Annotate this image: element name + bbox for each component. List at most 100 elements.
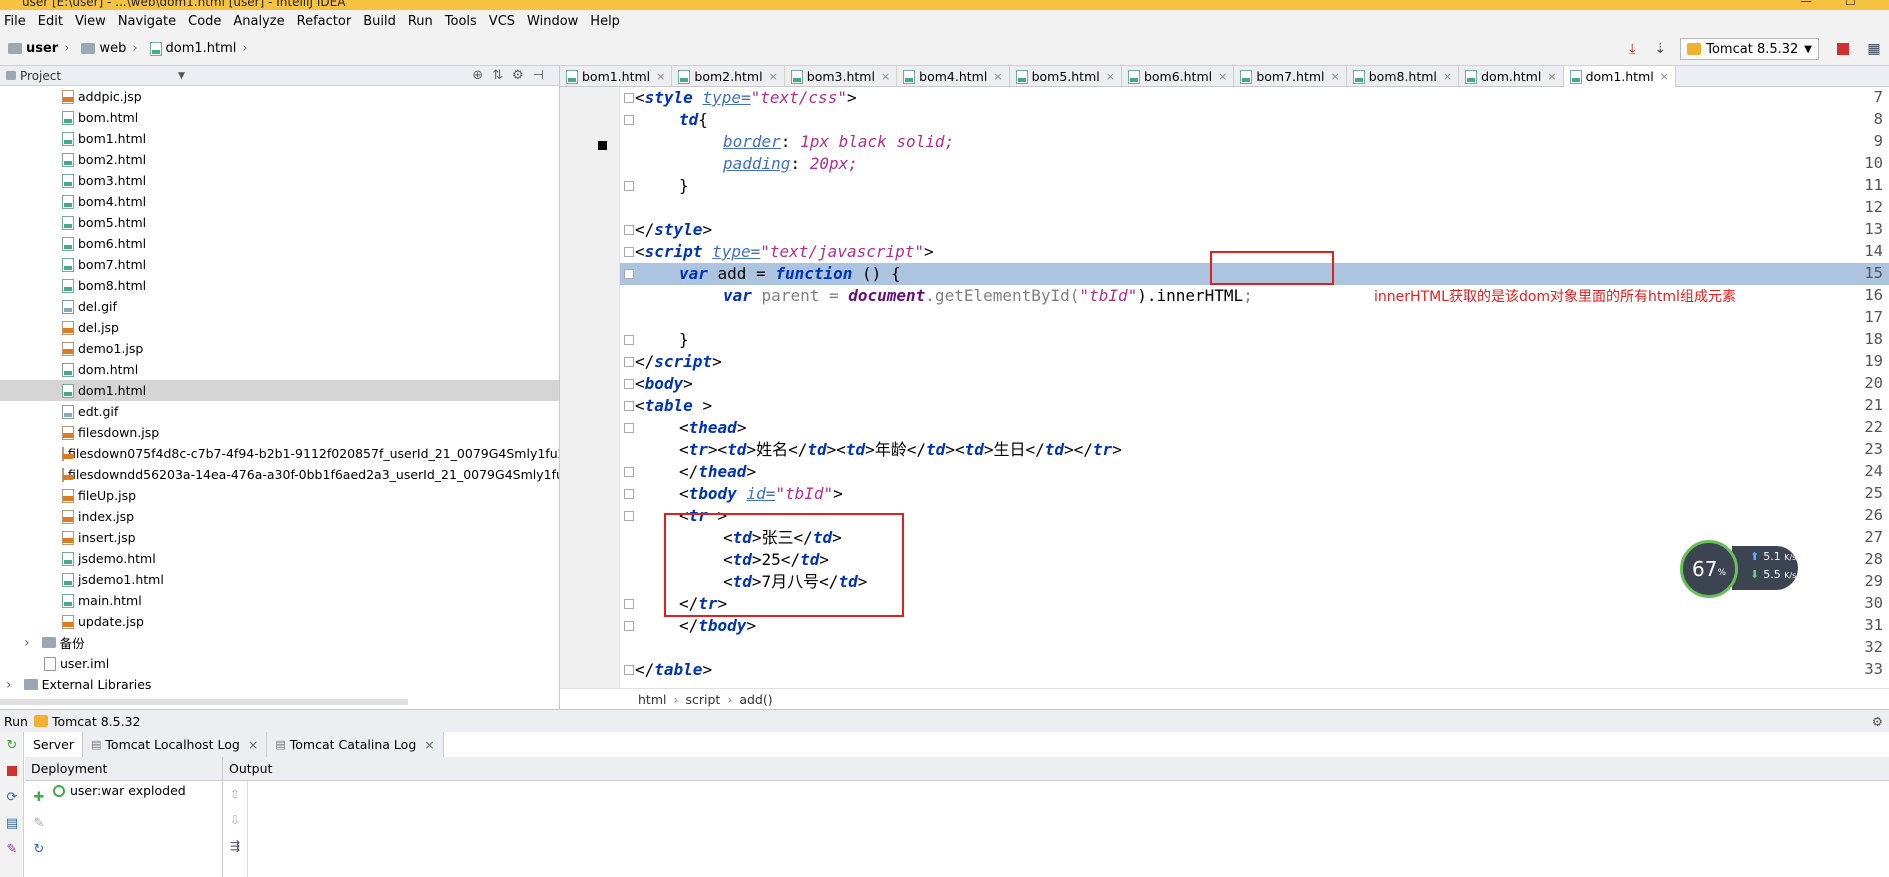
close-icon[interactable]: × (656, 70, 665, 83)
code-line[interactable]: </style> (635, 219, 712, 241)
editor-tab[interactable]: bom4.html × (897, 66, 1010, 87)
close-icon[interactable]: × (1331, 70, 1340, 83)
editor-tab[interactable]: bom7.html × (1234, 66, 1347, 87)
tree-item[interactable]: dom1.html (0, 380, 559, 401)
chevron-down-icon[interactable]: ▼ (178, 71, 185, 81)
tree-item[interactable]: bom5.html (0, 212, 559, 233)
tree-item[interactable]: jsdemo1.html (0, 569, 559, 590)
chevron-right-icon[interactable]: › (24, 635, 30, 651)
editor-tab[interactable]: dom.html × (1459, 66, 1564, 87)
code-line[interactable]: } (679, 175, 689, 197)
fold-marker-icon[interactable] (624, 423, 634, 433)
deployment-item[interactable]: user:war exploded (53, 783, 186, 798)
code-line[interactable]: } (679, 329, 689, 351)
tree-item[interactable]: filesdowndd56203a-14ea-476a-a30f-0bb1f6a… (0, 464, 559, 485)
tree-item[interactable]: filesdown075f4d8c-c7b7-4f94-b2b1-9112f02… (0, 443, 559, 464)
stop-icon[interactable] (0, 758, 24, 784)
fold-marker-icon[interactable] (624, 335, 634, 345)
fold-marker-icon[interactable] (624, 599, 634, 609)
project-tool-icons[interactable]: ⊕⇅⚙⊣ (472, 68, 553, 83)
tab-server[interactable]: Server (25, 732, 83, 757)
tab-localhost-log[interactable]: ▤ Tomcat Localhost Log × (83, 732, 268, 757)
code-line[interactable]: <style type="text/css"> (635, 87, 857, 109)
tree-item[interactable]: bom6.html (0, 233, 559, 254)
close-icon[interactable]: × (1660, 70, 1669, 83)
code-line[interactable]: var parent = document.getElementById("tb… (723, 285, 1253, 307)
wrap-icon[interactable]: ⇶ (223, 833, 247, 859)
stop-button[interactable] (1831, 37, 1855, 61)
tree-item[interactable]: index.jsp (0, 506, 559, 527)
tab-catalina-log[interactable]: ▤ Tomcat Catalina Log × (267, 732, 444, 757)
code-area[interactable]: 7 <style type="text/css"> 8 td{9 border: 1px… (560, 87, 1889, 688)
fold-marker-icon[interactable] (624, 665, 634, 675)
tree-external-libraries[interactable]: › External Libraries (0, 674, 559, 695)
code-line[interactable]: </table> (635, 659, 712, 681)
close-icon[interactable]: × (769, 70, 778, 83)
fold-marker-icon[interactable] (624, 401, 634, 411)
code-line[interactable]: <table > (635, 395, 712, 417)
tree-item[interactable]: edt.gif (0, 401, 559, 422)
tree-item[interactable]: addpic.jsp (0, 86, 559, 107)
tree-item-iml[interactable]: user.iml (0, 653, 559, 674)
download-arrow-icon[interactable]: ⤓ (1620, 37, 1644, 61)
close-icon[interactable]: × (1106, 70, 1115, 83)
tree-item[interactable]: bom2.html (0, 149, 559, 170)
code-line[interactable]: <tbody id="tbId"> (679, 483, 843, 505)
horizontal-scrollbar[interactable] (0, 699, 408, 705)
menu-help[interactable]: Help (590, 14, 620, 29)
code-crumb-html[interactable]: html (638, 692, 666, 707)
code-line[interactable]: padding: 20px; (723, 153, 858, 175)
menu-navigate[interactable]: Navigate (118, 14, 176, 29)
down-arrow-icon[interactable]: ⇩ (223, 807, 247, 833)
project-view-selector[interactable]: Project (20, 69, 61, 83)
close-icon[interactable]: × (248, 737, 258, 752)
breadcrumb-file[interactable]: dom1.html › (149, 41, 254, 56)
menu-build[interactable]: Build (363, 14, 396, 29)
deploy-refresh-icon[interactable]: ↻ (27, 837, 51, 861)
up-arrow-icon[interactable]: ⇧ (223, 781, 247, 807)
fold-marker-icon[interactable] (624, 379, 634, 389)
fold-marker-icon[interactable] (624, 467, 634, 477)
fold-marker-icon[interactable] (624, 511, 634, 521)
menu-code[interactable]: Code (188, 14, 221, 29)
tree-item[interactable]: del.jsp (0, 317, 559, 338)
deploy-remove-icon[interactable]: ✎ (27, 811, 51, 835)
tree-item[interactable]: demo1.jsp (0, 338, 559, 359)
tree-item[interactable]: bom4.html (0, 191, 559, 212)
tree-item[interactable]: del.gif (0, 296, 559, 317)
code-line[interactable]: var add = function () { (679, 263, 901, 285)
rerun-icon[interactable]: ↻ (0, 732, 24, 758)
minimize-icon[interactable]: — (1800, 0, 1812, 8)
layout-icon[interactable]: ▤ (0, 810, 24, 836)
close-icon[interactable]: × (1547, 70, 1556, 83)
code-line[interactable]: td{ (679, 109, 708, 131)
tree-item[interactable]: jsdemo.html (0, 548, 559, 569)
editor-tab[interactable]: bom3.html × (785, 66, 898, 87)
menu-edit[interactable]: Edit (38, 14, 63, 29)
code-line[interactable]: <thead> (679, 417, 746, 439)
fold-marker-icon[interactable] (624, 269, 634, 279)
code-line[interactable]: border: 1px black solid; (723, 131, 954, 153)
menu-view[interactable]: View (75, 14, 106, 29)
run-config-select[interactable]: Tomcat 8.5.32 ▼ (1680, 38, 1819, 60)
editor-tab[interactable]: bom1.html × (560, 66, 673, 87)
tree-item[interactable]: bom.html (0, 107, 559, 128)
fold-marker-icon[interactable] (624, 489, 634, 499)
chevron-right-icon[interactable]: › (6, 677, 12, 693)
fold-marker-icon[interactable] (624, 181, 634, 191)
tree-item[interactable]: insert.jsp (0, 527, 559, 548)
close-icon[interactable]: × (1218, 70, 1227, 83)
close-icon[interactable]: × (881, 70, 890, 83)
tree-item[interactable]: dom.html (0, 359, 559, 380)
editor-tab[interactable]: bom2.html × (672, 66, 785, 87)
menu-run[interactable]: Run (408, 14, 433, 29)
tree-item[interactable]: filesdown.jsp (0, 422, 559, 443)
pin-icon[interactable]: ✎ (0, 836, 24, 862)
close-icon[interactable]: × (1443, 70, 1452, 83)
project-structure-icon[interactable]: ▦ (1859, 37, 1889, 61)
menu-vcs[interactable]: VCS (489, 14, 515, 29)
menu-window[interactable]: Window (527, 14, 578, 29)
tree-folder-backup[interactable]: › 备份 (0, 632, 559, 653)
tree-item[interactable]: update.jsp (0, 611, 559, 632)
deploy-add-icon[interactable]: ✚ (27, 785, 51, 809)
